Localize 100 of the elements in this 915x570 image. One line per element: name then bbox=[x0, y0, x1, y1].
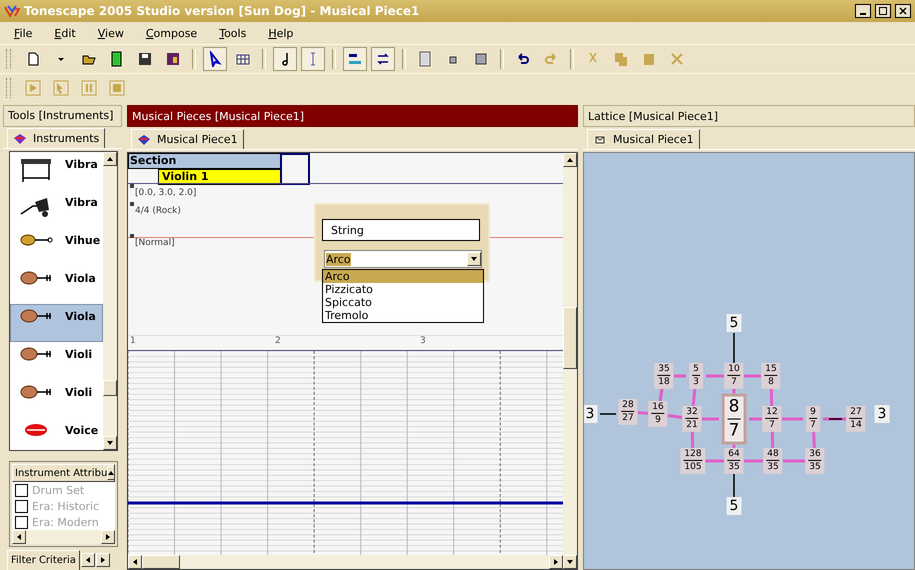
ratio-node[interactable]: 128 105 bbox=[680, 448, 706, 474]
lattice-edge bbox=[770, 388, 774, 408]
lattice-edge bbox=[782, 418, 803, 420]
musical-piece-tab[interactable]: Musical Piece1 bbox=[131, 129, 244, 149]
lattice-tab[interactable]: Musical Piece1 bbox=[587, 129, 700, 149]
panel-header: Lattice [Musical Piece1] bbox=[583, 105, 915, 127]
arrow-down-icon bbox=[471, 257, 477, 261]
scroll-thumb[interactable] bbox=[103, 380, 117, 396]
ratio-node[interactable]: 15 8 bbox=[761, 362, 781, 390]
lattice-edge bbox=[770, 430, 774, 450]
axis-line bbox=[829, 418, 842, 420]
arrow-right-icon bbox=[106, 534, 110, 540]
page-icon bbox=[417, 51, 433, 67]
loop-icon bbox=[375, 51, 391, 67]
scroll-thumb[interactable] bbox=[142, 555, 180, 569]
lattice-edge bbox=[706, 374, 724, 378]
stop-icon bbox=[109, 80, 125, 96]
close-icon bbox=[899, 7, 907, 15]
maximize-button[interactable] bbox=[875, 4, 891, 18]
note-button[interactable] bbox=[273, 47, 297, 71]
ratio-node[interactable]: 28 27 bbox=[618, 398, 638, 426]
instruments-tab[interactable]: Instruments bbox=[7, 128, 106, 148]
lattice-edge bbox=[703, 460, 724, 462]
scroll-down-button[interactable] bbox=[563, 555, 577, 569]
axis-label: 5 bbox=[726, 314, 742, 332]
dropdown-option[interactable]: Arco bbox=[323, 270, 483, 283]
ratio-node[interactable]: 27 14 bbox=[846, 406, 866, 432]
ratio-node[interactable]: 5 3 bbox=[689, 362, 703, 390]
lattice-edge bbox=[823, 418, 846, 420]
scroll-up-button[interactable] bbox=[103, 152, 117, 166]
arrow-up-icon bbox=[107, 157, 113, 161]
caret-icon bbox=[58, 58, 64, 60]
lattice-edge bbox=[744, 374, 761, 378]
scroll-up-button[interactable] bbox=[563, 153, 577, 167]
ratio-node[interactable]: 35 18 bbox=[654, 362, 674, 390]
violin-icon bbox=[19, 346, 53, 362]
minimize-button[interactable] bbox=[855, 4, 871, 18]
tab-right-button[interactable] bbox=[96, 553, 110, 567]
marker-label: [0.0, 3.0, 2.0] bbox=[135, 188, 196, 198]
violin-icon bbox=[19, 384, 53, 400]
menu-item[interactable]: Tools bbox=[211, 26, 260, 40]
track-label[interactable]: Violin 1 bbox=[158, 169, 281, 185]
maximize-icon bbox=[879, 7, 887, 15]
scroll-down-button[interactable] bbox=[103, 436, 117, 450]
instrument-item[interactable]: Viola bbox=[10, 304, 103, 342]
attribute-title: Instrument Attribu bbox=[15, 468, 108, 478]
bird-icon bbox=[13, 132, 27, 144]
bracket-button[interactable] bbox=[301, 47, 325, 71]
vibraphone-icon bbox=[19, 156, 53, 184]
dropdown-button[interactable] bbox=[467, 252, 481, 266]
checkbox[interactable] bbox=[15, 500, 28, 512]
filter-criteria-tab[interactable]: Filter Criteria bbox=[7, 550, 80, 570]
ratio-node[interactable]: 32 21 bbox=[682, 406, 702, 432]
menu-item[interactable]: Compose bbox=[138, 26, 212, 40]
ratio-node[interactable]: 9 7 bbox=[806, 406, 820, 432]
scroll-left-button[interactable] bbox=[128, 555, 142, 569]
lattice-edge bbox=[690, 430, 694, 450]
scroll-left-button[interactable] bbox=[12, 530, 26, 544]
articulation-dropdown[interactable]: Arco bbox=[324, 250, 482, 268]
checkbox[interactable] bbox=[15, 484, 28, 496]
close-button[interactable] bbox=[895, 4, 911, 18]
ratio-node[interactable]: 48 35 bbox=[763, 448, 783, 474]
lattice-edge bbox=[744, 460, 763, 462]
pointer-button[interactable] bbox=[203, 47, 227, 71]
scroll-right-button[interactable] bbox=[549, 555, 563, 569]
bars-button[interactable] bbox=[343, 47, 367, 71]
arrow-down-icon bbox=[567, 560, 573, 564]
checkbox[interactable] bbox=[15, 516, 28, 528]
ratio-node[interactable]: 16 9 bbox=[648, 400, 668, 428]
menu-item[interactable]: Edit bbox=[46, 26, 90, 40]
scroll-up-button[interactable] bbox=[107, 466, 114, 480]
lattice-edge bbox=[702, 418, 719, 420]
menu-item[interactable]: File bbox=[6, 26, 46, 40]
lattice-edge bbox=[749, 418, 762, 420]
ratio-node[interactable]: 10 7 bbox=[724, 362, 744, 390]
scroll-right-button[interactable] bbox=[101, 530, 115, 544]
menu-item[interactable]: View bbox=[90, 26, 138, 40]
axis-label: 3 bbox=[584, 405, 598, 423]
instrument-field[interactable]: String bbox=[322, 219, 480, 241]
ratio-node[interactable]: 64 35 bbox=[724, 448, 744, 474]
loop-button[interactable] bbox=[371, 47, 395, 71]
axis-line bbox=[600, 413, 616, 415]
grid-icon bbox=[165, 51, 181, 67]
bars-icon bbox=[347, 51, 363, 67]
save-icon bbox=[137, 51, 153, 67]
marker-label: 4/4 (Rock) bbox=[135, 206, 181, 216]
lattice-edge bbox=[668, 414, 682, 420]
lattice-edge bbox=[692, 388, 696, 408]
tab-left-button[interactable] bbox=[80, 553, 95, 567]
app-logo-icon bbox=[4, 3, 20, 19]
ratio-node[interactable]: 12 7 bbox=[762, 406, 782, 432]
arrow-down-icon bbox=[107, 441, 113, 445]
ratio-node[interactable]: 8 7 bbox=[722, 394, 746, 444]
ratio-node[interactable]: 36 35 bbox=[805, 448, 825, 474]
menu-item[interactable]: Help bbox=[260, 26, 308, 40]
scroll-thumb[interactable] bbox=[563, 307, 577, 369]
panel-header: Tools [Instruments] bbox=[3, 105, 122, 127]
window-title: Tonescape 2005 Studio version [Sun Dog] - Musical Piece1 bbox=[24, 4, 420, 18]
clipboard-icon bbox=[641, 51, 657, 67]
section-header: Section bbox=[128, 153, 281, 169]
